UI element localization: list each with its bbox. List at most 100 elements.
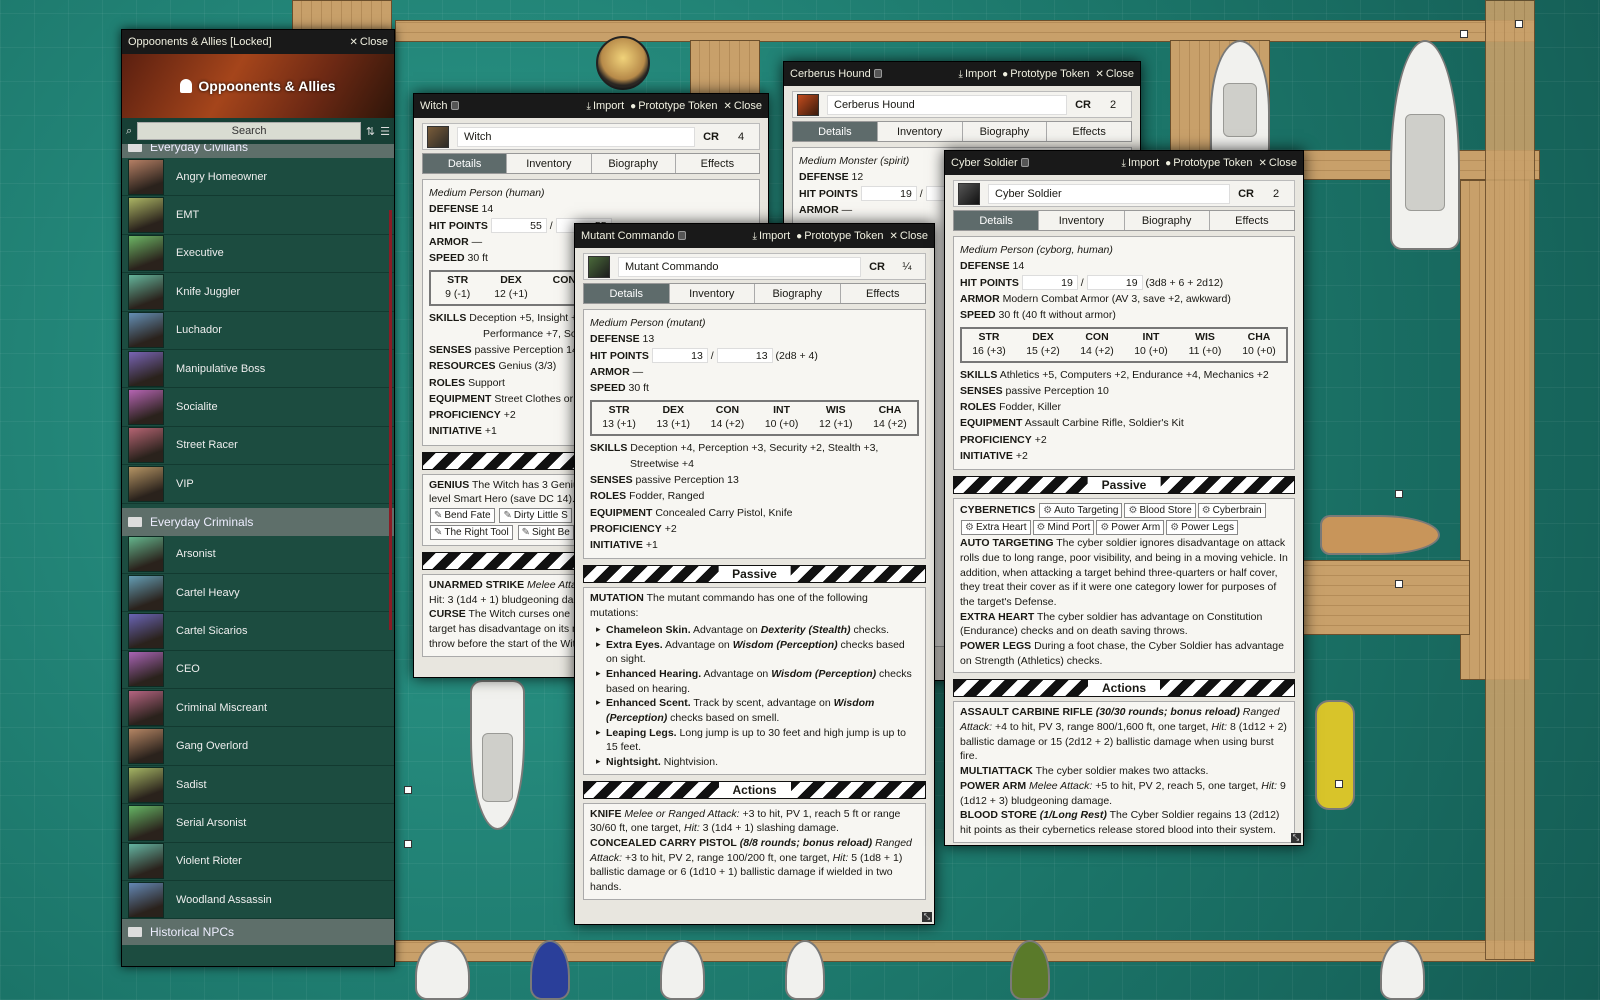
hp-current[interactable]: 19 <box>1021 275 1078 291</box>
prototype-token-button[interactable]: ● Prototype Token <box>796 230 883 242</box>
feature-chip[interactable]: ✎ Sight Be <box>517 525 574 541</box>
cr-value[interactable]: 2 <box>1262 188 1290 200</box>
cr-value[interactable]: 4 <box>727 131 755 143</box>
close-button[interactable]: ✕ Close <box>1095 68 1134 80</box>
hp-max[interactable]: 13 <box>716 348 773 364</box>
tab-inventory[interactable]: Inventory <box>507 154 592 173</box>
folder-everyday-criminals[interactable]: Everyday Criminals <box>122 507 394 536</box>
tab-biography[interactable]: Biography <box>755 284 841 303</box>
hp-current[interactable]: 55 <box>490 218 547 234</box>
resize-handle-icon[interactable]: ⤡ <box>922 912 932 922</box>
feature-chip[interactable]: ✎ Bend Fate <box>430 508 495 524</box>
import-button[interactable]: ⤓ Import <box>753 230 791 242</box>
feature-chip[interactable]: ✎ The Right Tool <box>430 525 513 541</box>
actor-entry[interactable]: Criminal Miscreant <box>122 689 394 728</box>
actor-name-input[interactable]: Cyber Soldier <box>988 183 1231 204</box>
cybernetic-chip[interactable]: ⚙ Cyberbrain <box>1197 503 1266 519</box>
tab-effects[interactable]: Effects <box>1047 122 1131 141</box>
cybernetic-chip[interactable]: ⚙ Power Legs <box>1166 520 1238 536</box>
close-button[interactable]: ✕ Close <box>889 230 928 242</box>
resize-handle-icon[interactable]: ⤡ <box>1291 833 1301 843</box>
window-header[interactable]: Mutant Commando ⤓ Import ● Prototype Token… <box>575 224 934 248</box>
cr-value[interactable]: ¼ <box>893 261 921 273</box>
sort-icon[interactable]: ⇅ <box>366 125 375 138</box>
actor-entry[interactable]: Angry Homeowner <box>122 158 394 197</box>
ability-str[interactable]: STR 9 (-1) <box>431 274 484 301</box>
actor-entry[interactable]: Cartel Sicarios <box>122 612 394 651</box>
ability-int[interactable]: INT 10 (+0) <box>755 404 809 431</box>
actor-name-input[interactable]: Witch <box>457 126 696 147</box>
cybernetic-chip[interactable]: ⚙ Mind Port <box>1032 520 1095 536</box>
tab-biography[interactable]: Biography <box>1124 211 1210 230</box>
actor-entry[interactable]: Cartel Heavy <box>122 574 394 613</box>
collapse-folders-icon[interactable]: ☰ <box>380 125 390 138</box>
prototype-token-button[interactable]: ● Prototype Token <box>630 100 717 112</box>
tab-details[interactable]: Details <box>584 284 670 303</box>
ability-str[interactable]: STR 13 (+1) <box>592 404 646 431</box>
import-button[interactable]: ⤓ Import <box>587 100 625 112</box>
tab-inventory[interactable]: Inventory <box>669 284 755 303</box>
actor-entry[interactable]: Serial Arsonist <box>122 804 394 843</box>
window-header[interactable]: Cerberus Hound ⤓ Import ● Prototype Token … <box>784 62 1140 86</box>
import-button[interactable]: ⤓ Import <box>1122 157 1160 169</box>
ability-wis[interactable]: WIS 12 (+1) <box>809 404 863 431</box>
ability-dex[interactable]: DEX 13 (+1) <box>646 404 700 431</box>
close-button[interactable]: ✕ Close <box>1258 157 1297 169</box>
actor-entry[interactable]: VIP <box>122 465 394 504</box>
actor-portrait[interactable] <box>958 182 980 205</box>
actor-portrait[interactable] <box>797 93 819 116</box>
close-button[interactable]: ✕ Close <box>349 36 388 48</box>
actor-entry[interactable]: Street Racer <box>122 427 394 466</box>
prototype-token-button[interactable]: ● Prototype Token <box>1002 68 1089 80</box>
hp-max[interactable]: 19 <box>1086 275 1143 291</box>
actor-entry[interactable]: CEO <box>122 651 394 690</box>
close-button[interactable]: ✕ Close <box>723 100 762 112</box>
hp-current[interactable]: 13 <box>651 348 708 364</box>
scrollbar[interactable] <box>389 210 392 630</box>
tab-inventory[interactable]: Inventory <box>877 122 963 141</box>
ability-con[interactable]: CON 14 (+2) <box>700 404 754 431</box>
character-token[interactable] <box>596 36 650 90</box>
cybernetic-chip[interactable]: ⚙ Blood Store <box>1124 503 1196 519</box>
import-button[interactable]: ⤓ Import <box>959 68 997 80</box>
actor-name-input[interactable]: Mutant Commando <box>618 256 862 277</box>
ability-dex[interactable]: DEX 12 (+1) <box>484 274 537 301</box>
cybernetic-chip[interactable]: ⚙ Extra Heart <box>961 520 1031 536</box>
actor-entry[interactable]: Luchador <box>122 312 394 350</box>
window-header[interactable]: Cyber Soldier ⤓ Import ● Prototype Token ✕… <box>945 151 1303 175</box>
ability-cha[interactable]: CHA 10 (+0) <box>1232 331 1286 358</box>
tab-details[interactable]: Details <box>423 154 508 173</box>
window-header[interactable]: Witch ⤓ Import ● Prototype Token ✕ Close <box>414 94 768 118</box>
actor-entry[interactable]: Socialite <box>122 388 394 427</box>
hp-current[interactable]: 19 <box>860 186 917 202</box>
actor-entry[interactable]: Gang Overlord <box>122 727 394 766</box>
ability-dex[interactable]: DEX 15 (+2) <box>1016 331 1070 358</box>
actor-entry[interactable]: Executive <box>122 235 394 274</box>
actor-entry[interactable]: EMT <box>122 196 394 235</box>
feature-chip[interactable]: ✎ Dirty Little S <box>499 508 572 524</box>
actor-entry[interactable]: Manipulative Boss <box>122 350 394 389</box>
tab-effects[interactable]: Effects <box>1209 211 1294 230</box>
actor-entry[interactable]: Arsonist <box>122 536 394 574</box>
tab-inventory[interactable]: Inventory <box>1039 211 1125 230</box>
tab-biography[interactable]: Biography <box>962 122 1048 141</box>
prototype-token-button[interactable]: ● Prototype Token <box>1165 157 1252 169</box>
cybernetic-chip[interactable]: ⚙ Power Arm <box>1096 520 1165 536</box>
folder-everyday-civilians[interactable]: Everyday Civilians <box>122 144 394 158</box>
actor-entry[interactable]: Violent Rioter <box>122 843 394 882</box>
cr-value[interactable]: 2 <box>1099 99 1127 111</box>
actor-entry[interactable]: Woodland Assassin <box>122 881 394 920</box>
ability-str[interactable]: STR 16 (+3) <box>962 331 1016 358</box>
tab-details[interactable]: Details <box>793 122 878 141</box>
search-input[interactable]: Search <box>137 122 361 140</box>
ability-con[interactable]: CON 14 (+2) <box>1070 331 1124 358</box>
tab-details[interactable]: Details <box>954 211 1040 230</box>
ability-wis[interactable]: WIS 11 (+0) <box>1178 331 1232 358</box>
tab-biography[interactable]: Biography <box>591 154 676 173</box>
actor-portrait[interactable] <box>427 125 449 148</box>
ability-cha[interactable]: CHA 14 (+2) <box>863 404 917 431</box>
actor-portrait[interactable] <box>588 255 610 278</box>
actor-name-input[interactable]: Cerberus Hound <box>827 94 1068 115</box>
cybernetic-chip[interactable]: ⚙ Auto Targeting <box>1039 503 1123 519</box>
tab-effects[interactable]: Effects <box>840 284 925 303</box>
